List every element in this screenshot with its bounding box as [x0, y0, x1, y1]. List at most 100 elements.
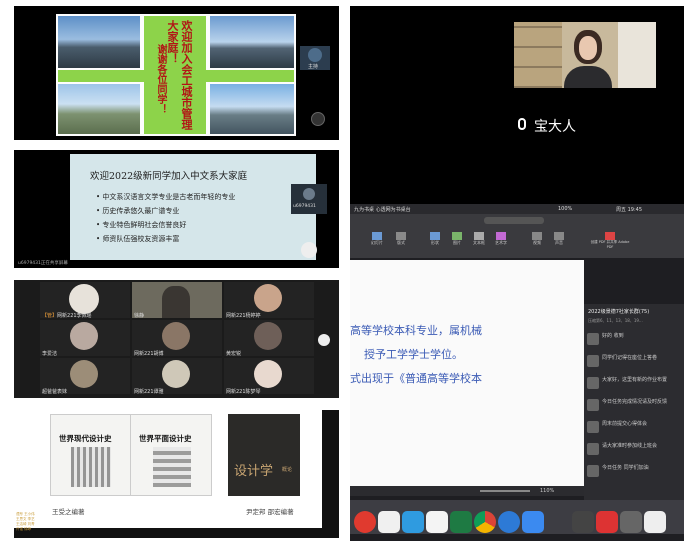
app-icon[interactable]: [522, 511, 544, 533]
speaker-video[interactable]: [514, 22, 656, 88]
presenter-video-tile[interactable]: u6979431: [291, 184, 327, 214]
slide-pagination: [144, 133, 208, 139]
ribbon-button[interactable]: 形状: [424, 232, 446, 246]
ribbon-toolbar: 幻灯片 版式 形状 图片 文本框 艺术字 视频 声音 创建 PDF 并共享 Ad…: [350, 214, 684, 258]
ribbon-button[interactable]: 幻灯片: [366, 232, 388, 246]
thanks-text-vertical: 谢谢各位同学！: [155, 44, 166, 114]
zoom-slider[interactable]: [480, 490, 530, 492]
video-tile[interactable]: 徐静: [132, 282, 222, 319]
list-item[interactable]: 请大家准时参加线上班会: [584, 440, 668, 458]
bullet-item: • 历史传承悠久最广谱专业: [96, 207, 180, 215]
ribbon-button[interactable]: 图片: [446, 232, 468, 246]
app-icon[interactable]: [596, 511, 618, 533]
book1-author: 王受之编著: [52, 508, 85, 516]
avatar: [254, 322, 282, 350]
tile-name: 网新221陈梦琴: [226, 389, 261, 395]
slide-canvas: 世界现代设计史 世界平面设计史 设计学 概论 王受之编著 尹定邦 邵宏编著: [14, 410, 322, 528]
participant-list: 谭彤 王小伟 王思文 李艺 王洁琦 刘青 许诺 徐峥: [16, 512, 46, 532]
doc-line: 高等学校本科专业，属机械: [350, 324, 482, 337]
bullet-list: • 中文系汉语言文学专业是古老而年轻的专业 • 历史传承悠久最广谱专业 • 专业…: [96, 190, 296, 246]
book-subtitle: 概论: [282, 467, 293, 473]
bookshelf: [514, 22, 562, 88]
app-icon[interactable]: [644, 511, 666, 533]
doc-line: 授予工学学士学位。: [364, 348, 463, 361]
app-icon[interactable]: [426, 511, 448, 533]
city-photo-4: [210, 84, 294, 134]
mic-icon: [518, 118, 526, 130]
book-title: 世界平面设计史: [139, 434, 192, 443]
ribbon-button[interactable]: 声音: [548, 232, 570, 246]
list-item[interactable]: 今日任务 同学们加油: [584, 462, 668, 480]
presenter-label: u6979431: [293, 204, 316, 209]
book2-author: 尹定邦 邵宏编著: [246, 508, 294, 516]
tile-name: 【管】网新221李佩瑶: [42, 313, 92, 319]
panel-video-gallery: 【管】网新221李佩瑶 徐静 网新221杨婷婷 李爱洁 网新221胡博 黄宏锐 …: [14, 280, 339, 398]
self-video-tile[interactable]: 主持: [300, 46, 330, 70]
mic-button[interactable]: [318, 334, 330, 346]
avatar: [254, 360, 282, 388]
app-icon[interactable]: [354, 511, 376, 533]
app-icon[interactable]: [498, 511, 520, 533]
app-icon[interactable]: [620, 511, 642, 533]
slide-canvas: 欢迎2022级新同学加入中文系大家庭 • 中文系汉语言文学专业是古老而年轻的专业…: [70, 154, 316, 260]
list-item[interactable]: 同学们记得在座位上答卷: [584, 352, 668, 370]
chrome-icon[interactable]: [474, 511, 496, 533]
mic-button[interactable]: [311, 112, 325, 126]
person-body: [564, 66, 612, 88]
video-tile[interactable]: 李爱洁: [40, 320, 130, 357]
video-tile[interactable]: 【管】网新221李佩瑶: [40, 282, 130, 319]
ribbon-button[interactable]: 视频: [526, 232, 548, 246]
tile-name: 网新221谭雅: [134, 389, 164, 395]
search-input[interactable]: [484, 217, 544, 224]
video-tile[interactable]: 黄宏锐: [224, 320, 314, 357]
group-subtitle: 压缩第6、11、13、18、19...: [588, 318, 643, 323]
screenshot-collage: { "panel1": { "banner_line1": "欢迎加入会工城市管…: [0, 0, 692, 549]
bullet-item: • 师资队伍强校友资源丰富: [96, 235, 180, 243]
book-title: 设计学: [234, 464, 274, 479]
video-tile[interactable]: 网新221陈梦琴: [224, 358, 314, 395]
city-photo-1: [58, 16, 140, 68]
avatar: [70, 360, 98, 388]
app-icon[interactable]: [402, 511, 424, 533]
panel-welcome-slide: 欢迎加入会工城市管理大家庭！ 谢谢各位同学！ 主持: [14, 6, 339, 140]
status-strip: 110%: [350, 486, 584, 496]
book-cover-2: 世界平面设计史: [130, 414, 212, 496]
ribbon-buttons: 幻灯片 版式 形状 图片 文本框 艺术字 视频 声音 创建 PDF 并共享 Ad…: [366, 232, 666, 254]
green-bar-horizontal: [58, 70, 294, 82]
video-tile[interactable]: 网新221谭雅: [132, 358, 222, 395]
video-tile[interactable]: 超爸爸表妹: [40, 358, 130, 395]
list-item[interactable]: 周末前提交心得体会: [584, 418, 668, 436]
doc-line: 式出现于《普通高等学校本: [350, 372, 482, 385]
panel-speaker-and-desktop: 宝大人 九为书桌 心透网为书桌台 100% 周五 19:45 幻灯片 版式 形状…: [350, 6, 684, 541]
video-tile[interactable]: 网新221杨婷婷: [224, 282, 314, 319]
group-title: 2022级景德7社家长群(75): [588, 309, 650, 315]
video-tile[interactable]: 网新221胡博: [132, 320, 222, 357]
city-photo-2: [210, 16, 294, 68]
list-item[interactable]: 大家好，这里有新的作业布置: [584, 374, 668, 392]
ribbon-button[interactable]: 文本框: [468, 232, 490, 246]
list-item[interactable]: 好的 收到: [584, 330, 668, 348]
ribbon-button[interactable]: 艺术字: [490, 232, 512, 246]
app-icon[interactable]: [378, 511, 400, 533]
person-face: [162, 286, 190, 318]
tile-name: 徐静: [134, 313, 145, 319]
document-slide: 高等学校本科专业，属机械 授予工学学士学位。 式出现于《普通高等学校本: [350, 260, 584, 486]
menubar: 九为书桌 心透网为书桌台 100% 周五 19:45: [350, 204, 684, 214]
list-item[interactable]: 今日任务完成情况请及时反馈: [584, 396, 668, 414]
avatar: [254, 284, 282, 312]
chat-sidebar: 2022级景德7社家长群(75) 压缩第6、11、13、18、19... 好的 …: [584, 304, 684, 500]
tile-name: 网新221杨婷婷: [226, 313, 261, 319]
excel-icon[interactable]: [450, 511, 472, 533]
panel-chinese-dept-slide: 欢迎2022级新同学加入中文系大家庭 • 中文系汉语言文学专业是古老而年轻的专业…: [14, 150, 339, 268]
slide-canvas: 欢迎加入会工城市管理大家庭！ 谢谢各位同学！: [56, 14, 296, 136]
self-video-label: 主持: [308, 64, 319, 70]
city-photo-3: [58, 84, 140, 134]
ribbon-button[interactable]: 版式: [390, 232, 412, 246]
app-icon[interactable]: [572, 511, 594, 533]
speaker-name: 宝大人: [534, 119, 576, 135]
window: [618, 22, 656, 88]
tile-name: 网新221胡博: [134, 351, 164, 357]
mic-button[interactable]: [301, 242, 317, 258]
ribbon-button[interactable]: 创建 PDF 并共享 Adobe PDF: [588, 232, 632, 249]
clock: 周五 19:45: [616, 207, 642, 213]
